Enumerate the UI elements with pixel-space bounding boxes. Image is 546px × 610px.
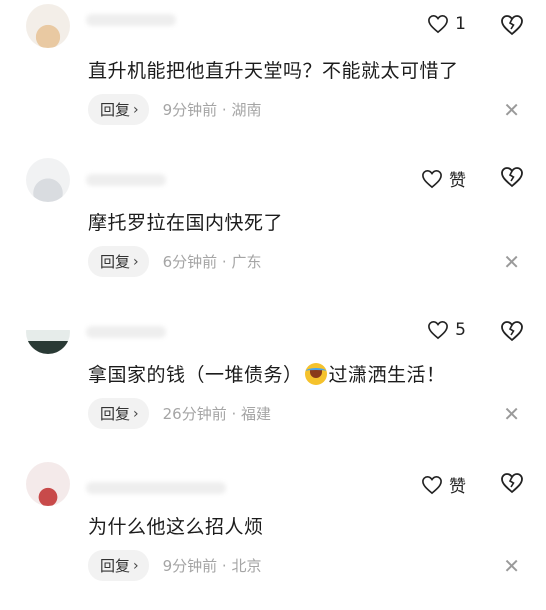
timestamp-location: 9分钟前 · 湖南 <box>162 101 262 119</box>
like-button[interactable]: 5 <box>427 320 466 340</box>
comment-meta: 回复 › 9分钟前 · 北京 <box>88 550 261 581</box>
like-count: 赞 <box>449 477 466 497</box>
comment-text: 为什么他这么招人烦 <box>88 516 264 538</box>
comment-meta: 回复 › 26分钟前 · 福建 <box>88 398 271 429</box>
comment-text: 拿国家的钱（一堆债务） 过潇洒生活！ <box>88 360 446 387</box>
chevron-right-icon: › <box>133 253 139 270</box>
heart-icon <box>421 475 443 495</box>
dislike-button[interactable] <box>500 320 524 342</box>
timestamp-location: 26分钟前 · 福建 <box>162 405 272 423</box>
reply-label: 回复 <box>100 405 131 423</box>
broken-heart-icon <box>500 166 524 188</box>
comment-item: 赞 为什么他这么招人烦 回复 › 9分钟前 · 北京 ✕ <box>0 458 546 610</box>
dislike-button[interactable] <box>500 14 524 36</box>
username-blurred <box>86 174 166 186</box>
comment-meta: 回复 › 9分钟前 · 湖南 <box>88 94 261 125</box>
like-button[interactable]: 1 <box>427 14 466 34</box>
timestamp-location: 6分钟前 · 广东 <box>162 253 262 271</box>
reply-button[interactable]: 回复 › <box>88 94 149 125</box>
comment-item: 5 拿国家的钱（一堆债务） 过潇洒生活！ 回复 › 26分钟前 · 福建 ✕ <box>0 306 546 458</box>
laughing-crying-emoji-icon <box>304 363 327 385</box>
avatar[interactable] <box>26 158 70 202</box>
username-blurred <box>86 14 176 26</box>
comment-item: 赞 摩托罗拉在国内快死了 回复 › 6分钟前 · 广东 ✕ <box>0 154 546 306</box>
dislike-button[interactable] <box>500 472 524 494</box>
close-icon[interactable]: ✕ <box>503 556 520 576</box>
like-button[interactable]: 赞 <box>421 472 466 497</box>
comment-item: 1 直升机能把他直升天堂吗？不能就太可惜了 回复 › 9分钟前 · 湖南 ✕ <box>0 0 546 152</box>
like-button[interactable]: 赞 <box>421 166 466 191</box>
username-blurred <box>86 326 166 338</box>
heart-icon <box>427 14 449 34</box>
avatar[interactable] <box>26 462 70 506</box>
heart-icon <box>421 169 443 189</box>
chevron-right-icon: › <box>133 557 139 574</box>
timestamp-location: 9分钟前 · 北京 <box>162 557 262 575</box>
comment-text-part: 过潇洒生活！ <box>328 364 446 386</box>
reply-button[interactable]: 回复 › <box>88 246 149 277</box>
broken-heart-icon <box>500 472 524 494</box>
like-count: 5 <box>455 320 466 340</box>
comment-text-part: 拿国家的钱（一堆债务） <box>88 364 303 386</box>
reply-label: 回复 <box>100 101 131 119</box>
chevron-right-icon: › <box>133 405 139 422</box>
like-count: 1 <box>455 14 466 34</box>
comment-text: 摩托罗拉在国内快死了 <box>88 212 284 234</box>
chevron-right-icon: › <box>133 101 139 118</box>
reply-label: 回复 <box>100 253 131 271</box>
username-blurred <box>86 482 226 494</box>
reply-button[interactable]: 回复 › <box>88 398 149 429</box>
comment-meta: 回复 › 6分钟前 · 广东 <box>88 246 261 277</box>
avatar[interactable] <box>26 310 70 354</box>
broken-heart-icon <box>500 320 524 342</box>
heart-icon <box>427 320 449 340</box>
broken-heart-icon <box>500 14 524 36</box>
reply-button[interactable]: 回复 › <box>88 550 149 581</box>
dislike-button[interactable] <box>500 166 524 188</box>
like-count: 赞 <box>449 171 466 191</box>
comment-text: 直升机能把他直升天堂吗？不能就太可惜了 <box>88 60 459 82</box>
close-icon[interactable]: ✕ <box>503 100 520 120</box>
close-icon[interactable]: ✕ <box>503 252 520 272</box>
reply-label: 回复 <box>100 557 131 575</box>
close-icon[interactable]: ✕ <box>503 404 520 424</box>
avatar[interactable] <box>26 4 70 48</box>
